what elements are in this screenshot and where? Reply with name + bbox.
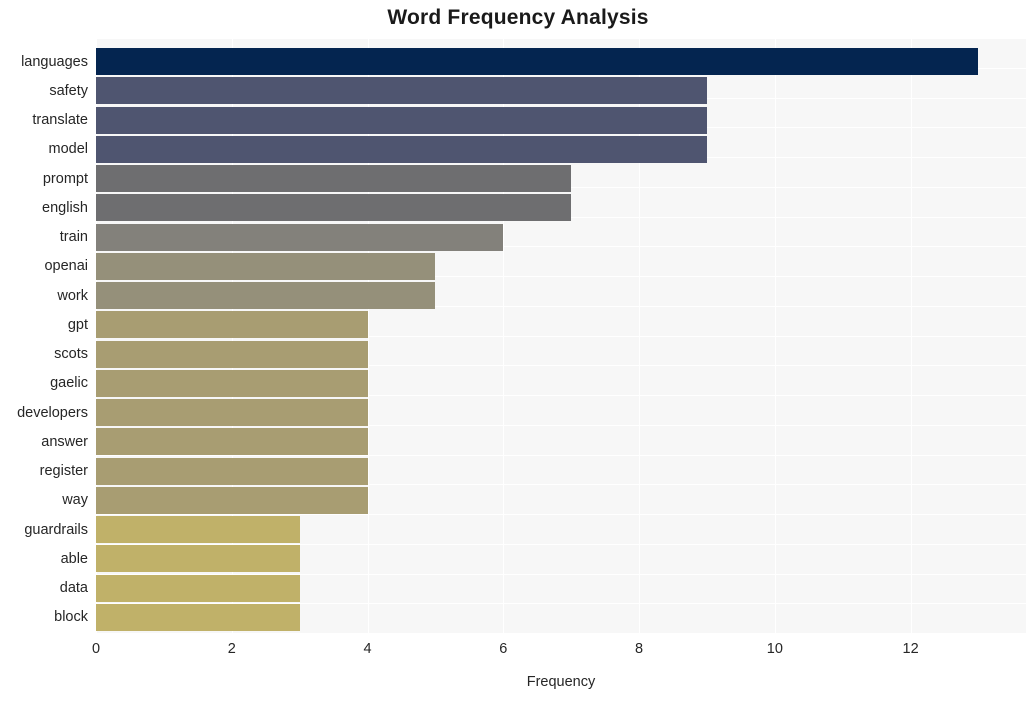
bar — [96, 223, 504, 251]
y-axis-tick-label: data — [59, 580, 88, 596]
bar — [96, 282, 436, 309]
y-axis-tick-label: guardrails — [24, 521, 88, 538]
y-axis-tick-label: register — [39, 463, 88, 479]
x-axis-tick-label: 10 — [766, 641, 783, 657]
bar — [96, 194, 572, 222]
bar — [96, 369, 368, 397]
bar — [96, 574, 300, 602]
x-axis-tick-label: 12 — [902, 641, 919, 657]
y-axis-tick-label: able — [60, 550, 88, 567]
bar — [96, 311, 368, 339]
y-axis-tick-label: work — [57, 287, 88, 304]
x-axis-tick-label: 8 — [635, 641, 644, 657]
bar — [96, 399, 368, 426]
x-axis-tick-labels: 0 2 4 6 8 10 12 — [0, 641, 1036, 665]
bar — [96, 603, 300, 631]
y-axis-tick-label: english — [42, 199, 88, 216]
bar — [96, 486, 368, 514]
y-axis-tick-label: safety — [49, 82, 88, 99]
x-axis-tick-label: 0 — [91, 641, 101, 657]
x-axis-tick-label: 6 — [499, 641, 508, 657]
y-axis-tick-label: developers — [17, 404, 88, 421]
y-axis-tick-label: prompt — [42, 170, 88, 187]
y-axis-tick-label: model — [48, 141, 89, 158]
bar — [96, 545, 300, 573]
bar — [96, 252, 436, 280]
y-axis-tick-label: languages — [21, 53, 88, 70]
gridline-horizontal — [96, 633, 1026, 634]
y-axis-tick-label: scots — [54, 346, 88, 362]
y-axis-tick-label: train — [59, 229, 88, 245]
bar — [96, 428, 368, 456]
y-axis-tick-labels: languages safety translate model prompt engli… — [0, 38, 88, 633]
bar — [96, 516, 300, 543]
y-axis-tick-label: translate — [32, 112, 88, 128]
bar — [96, 457, 368, 485]
y-axis-tick-label: answer — [41, 433, 88, 450]
bar — [96, 340, 368, 368]
y-axis-tick-label: block — [54, 609, 88, 626]
y-axis-tick-label: gpt — [67, 316, 88, 333]
plot-area — [96, 38, 1026, 634]
bar — [96, 48, 979, 75]
chart-title: Word Frequency Analysis — [387, 6, 649, 29]
bar — [96, 135, 707, 163]
bar — [96, 165, 572, 192]
y-axis-tick-label: openai — [44, 258, 88, 275]
y-axis-tick-label: way — [62, 492, 88, 509]
y-axis-tick-label: gaelic — [50, 375, 88, 392]
bar — [96, 106, 707, 134]
x-axis-tick-label: 4 — [363, 641, 372, 657]
bar — [96, 77, 707, 105]
bars-layer — [96, 38, 1026, 633]
x-axis-tick-label: 2 — [227, 641, 236, 657]
x-axis-title: Frequency — [526, 674, 596, 690]
word-frequency-bar-chart: Word Frequency Analysis languages safety t… — [0, 0, 1036, 701]
